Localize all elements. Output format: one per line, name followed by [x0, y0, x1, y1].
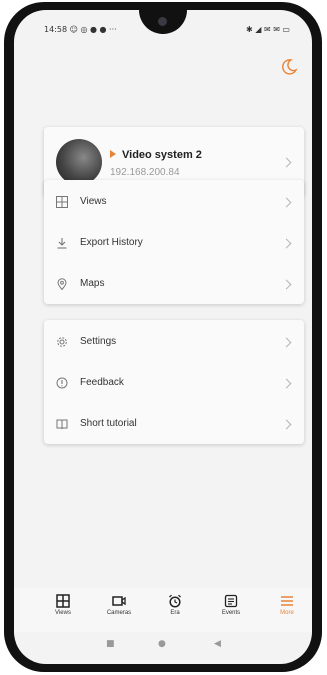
menu-label: Views — [80, 196, 107, 207]
nav-label: Events — [221, 610, 241, 616]
menu-item-short-tutorial[interactable]: Short tutorial — [44, 404, 304, 445]
moon-icon[interactable] — [280, 58, 298, 76]
bottom-navigation: Views Cameras Era Events More — [14, 588, 312, 632]
menu-item-views[interactable]: Views — [44, 182, 304, 223]
nav-label: Era — [170, 610, 180, 616]
system-avatar — [56, 139, 102, 185]
status-time: 14:58 ☺ ◎ ● ● ··· — [44, 25, 117, 34]
info-icon — [56, 377, 68, 389]
system-title-row: Video system 2 — [110, 149, 202, 161]
menu-item-export-history[interactable]: Export History — [44, 223, 304, 264]
menu-label: Maps — [80, 278, 105, 289]
download-icon — [57, 238, 67, 249]
nav-era[interactable]: Era — [150, 594, 200, 630]
chevron-right-icon — [281, 279, 292, 290]
menu-label: Export History — [80, 237, 143, 248]
menu-item-feedback[interactable]: Feedback — [44, 363, 304, 404]
status-icons: ✱ ◢ ✉ ✉ ▭ — [246, 25, 290, 34]
alarm-icon — [169, 594, 181, 608]
back-button[interactable]: ◀ — [214, 639, 221, 649]
nav-more[interactable]: More — [262, 594, 312, 630]
status-bar: 14:58 ☺ ◎ ● ● ··· ✱ ◢ ✉ ✉ ▭ — [14, 22, 312, 38]
home-button[interactable]: ● — [158, 639, 166, 649]
menu-icon — [281, 596, 293, 606]
system-navigation-bar: ■ ● ◀ — [14, 635, 312, 655]
nav-label: Cameras — [106, 610, 132, 616]
menu-label: Feedback — [80, 377, 124, 388]
nav-label: Views — [55, 610, 71, 616]
grid-icon — [56, 196, 68, 208]
camera-icon — [112, 596, 126, 606]
chevron-right-icon — [281, 157, 292, 168]
nav-events[interactable]: Events — [206, 594, 256, 630]
nav-label: More — [280, 610, 294, 616]
phone-frame: 14:58 ☺ ◎ ● ● ··· ✱ ◢ ✉ ✉ ▭ Video system… — [4, 2, 322, 672]
nav-views[interactable]: Views — [38, 594, 88, 630]
app-screen: 14:58 ☺ ◎ ● ● ··· ✱ ◢ ✉ ✉ ▭ Video system… — [14, 10, 312, 664]
events-icon — [224, 594, 238, 608]
system-ip: 192.168.200.84 — [110, 167, 180, 178]
chevron-right-icon — [281, 337, 292, 348]
book-icon — [56, 419, 68, 430]
gear-icon — [57, 337, 67, 347]
chevron-right-icon — [281, 378, 292, 389]
menu-item-settings[interactable]: Settings — [44, 322, 304, 363]
chevron-right-icon — [281, 238, 292, 249]
system-name: Video system 2 — [122, 149, 202, 161]
menu-label: Settings — [80, 336, 117, 347]
chevron-right-icon — [281, 197, 292, 208]
menu-group-1: Views Export History Maps — [44, 180, 304, 304]
recents-button[interactable]: ■ — [106, 639, 115, 649]
map-pin-icon — [57, 278, 67, 290]
chevron-right-icon — [281, 419, 292, 430]
nav-cameras[interactable]: Cameras — [94, 594, 144, 630]
play-icon — [110, 150, 116, 158]
menu-label: Short tutorial — [80, 418, 137, 429]
menu-item-maps[interactable]: Maps — [44, 264, 304, 305]
views-icon — [56, 594, 70, 608]
menu-group-2: Settings Feedback Short tutorial — [44, 320, 304, 444]
